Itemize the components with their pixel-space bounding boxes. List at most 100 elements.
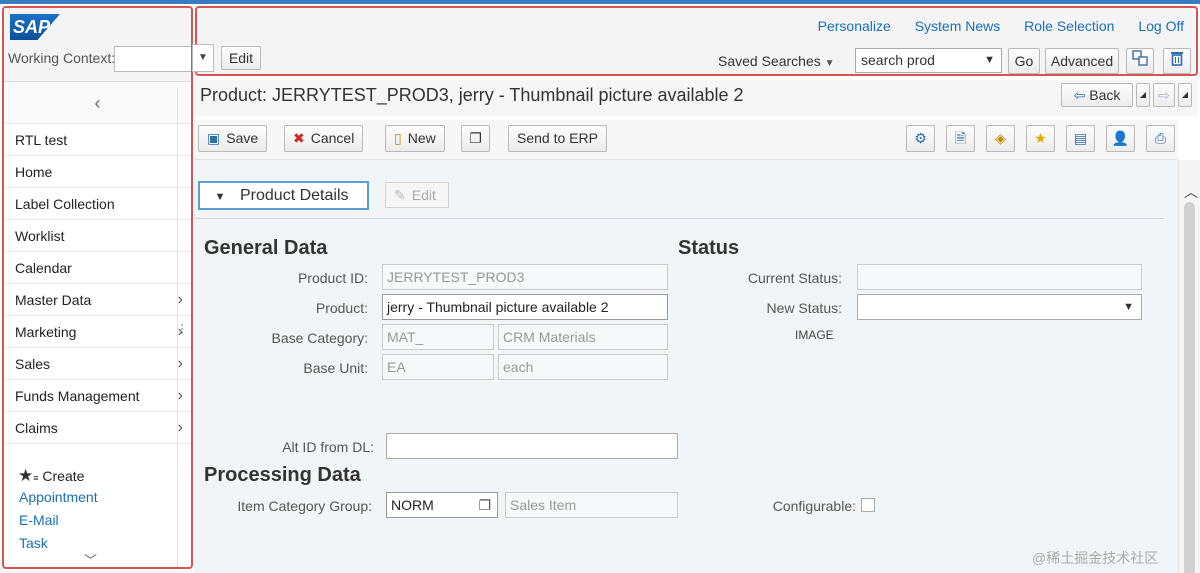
item-category-group-label: Item Category Group: (237, 498, 372, 514)
value-help-icon[interactable]: ❐ (478, 493, 491, 517)
section-divider (194, 218, 1164, 219)
section-edit-button[interactable]: ✎ Edit (385, 182, 449, 208)
sidebar-item-label-collection[interactable]: Label Collection (4, 188, 191, 220)
nav-divider (177, 88, 178, 567)
item-category-desc: Sales Item (505, 492, 678, 518)
notes-icon[interactable]: ▤ (1066, 125, 1095, 152)
configurable-checkbox[interactable] (861, 498, 875, 512)
forward-history-dropdown[interactable]: ◢ (1178, 83, 1192, 107)
sidebar-item-claims[interactable]: Claims › (4, 412, 191, 444)
status-heading: Status (678, 237, 740, 259)
sidebar-item-master-data[interactable]: Master Data › (4, 284, 191, 316)
sidebar-item-worklist[interactable]: Worklist (4, 220, 191, 252)
sidebar-item-rtl-test[interactable]: RTL test (4, 124, 191, 156)
window-layout-icon[interactable] (1126, 48, 1154, 74)
new-status-label: New Status: (766, 300, 842, 316)
scrollbar-thumb[interactable] (1184, 202, 1195, 573)
sidebar-item-home[interactable]: Home (4, 156, 191, 188)
save-label: Save (226, 130, 259, 146)
sidebar-item-label: Sales (15, 356, 51, 372)
alt-id-input[interactable] (386, 433, 678, 459)
chevron-right-icon: › (177, 355, 183, 372)
back-arrow-icon: ⇦ (1073, 87, 1086, 103)
save-button[interactable]: ▣ Save (198, 125, 268, 152)
create-email-link[interactable]: E-Mail (4, 509, 191, 532)
system-news-link[interactable]: System News (915, 18, 1001, 34)
content-scrollbar[interactable]: ︿ (1178, 160, 1200, 573)
sidebar-item-sales[interactable]: Sales › (4, 348, 191, 380)
forward-arrow-icon[interactable]: ⇨ (1153, 83, 1175, 107)
print-icon[interactable]: ⎙ (1146, 125, 1175, 152)
go-button[interactable]: Go (1008, 48, 1040, 74)
sidebar-item-label: Marketing (15, 324, 77, 340)
trash-icon[interactable] (1163, 48, 1191, 74)
item-category-group-input[interactable]: NORM ❐ (386, 492, 498, 518)
left-header: SAP Working Context: (4, 8, 191, 82)
sidebar-item-label: Calendar (15, 260, 72, 276)
scroll-up-chevron-icon[interactable]: ︿ (1184, 182, 1198, 202)
sidebar-item-marketing[interactable]: Marketing › (4, 316, 191, 348)
current-status-label: Current Status: (747, 270, 842, 286)
working-context-input[interactable] (114, 46, 191, 72)
collapse-nav-icon[interactable]: ‹ (4, 82, 191, 124)
sap-logo: SAP (10, 14, 60, 40)
chevron-right-icon: › (177, 387, 183, 404)
working-context-dropdown-icon[interactable]: ▼ (192, 44, 214, 72)
new-label: New (407, 130, 436, 146)
nav-list: RTL test Home Label Collection Worklist Cale… (4, 124, 191, 444)
image-label: IMAGE (795, 328, 834, 342)
base-unit-desc: each (498, 354, 668, 380)
create-star-icon: ★ (18, 466, 34, 485)
base-unit-label: Base Unit: (303, 360, 368, 376)
product-description-input[interactable]: jerry - Thumbnail picture available 2 (382, 294, 668, 320)
saved-searches-label: Saved Searches (718, 53, 821, 69)
sidebar-item-calendar[interactable]: Calendar (4, 252, 191, 284)
section-edit-label: Edit (411, 187, 436, 203)
document-settings-icon[interactable]: 🗎 (946, 125, 975, 152)
resize-grip-icon[interactable]: · · · (180, 318, 184, 338)
title-bar: Product: JERRYTEST_PROD3, jerry - Thumbn… (194, 80, 1198, 116)
log-off-link[interactable]: Log Off (1138, 18, 1184, 34)
working-context-edit-button[interactable]: Edit (221, 46, 261, 70)
cancel-label: Cancel (310, 130, 355, 146)
back-history-dropdown[interactable]: ◢ (1136, 83, 1150, 107)
scroll-down-chevron-icon[interactable]: ﹀ (84, 550, 97, 567)
send-to-erp-button[interactable]: Send to ERP (508, 125, 607, 152)
section-label: Product Details (240, 187, 349, 204)
processing-data-heading: Processing Data (204, 464, 361, 486)
copy-icon[interactable]: ❐ (461, 125, 490, 152)
base-unit-code: EA (382, 354, 494, 380)
alt-id-label: Alt ID from DL: (282, 439, 374, 455)
product-details-section-toggle[interactable]: ▼ Product Details (198, 181, 369, 210)
cancel-icon: ✖ (293, 130, 305, 146)
sidebar-item-label: Label Collection (15, 196, 115, 212)
sidebar-item-label: RTL test (15, 132, 68, 148)
top-header: Personalize System News Role Selection L… (192, 6, 1198, 76)
general-data-heading: General Data (204, 237, 328, 259)
product-id-field: JERRYTEST_PROD3 (382, 264, 668, 290)
advanced-button[interactable]: Advanced (1045, 48, 1119, 74)
settings-gear-icon[interactable]: ⚙ (906, 125, 935, 152)
create-task-link[interactable]: Task (4, 532, 191, 555)
user-edit-icon[interactable]: 👤 (1106, 125, 1135, 152)
cancel-button[interactable]: ✖ Cancel (284, 125, 364, 152)
saved-search-select[interactable]: search prod ▼ (855, 48, 1002, 73)
sidebar-item-label: Funds Management (15, 388, 140, 404)
role-selection-link[interactable]: Role Selection (1024, 18, 1114, 34)
new-status-select[interactable]: ▼ (857, 294, 1142, 320)
create-appointment-link[interactable]: Appointment (4, 486, 191, 509)
sidebar-item-label: Claims (15, 420, 58, 436)
base-category-desc: CRM Materials (498, 324, 668, 350)
favorite-star-icon[interactable]: ★ (1026, 125, 1055, 152)
product-label: Product: (315, 300, 368, 316)
personalize-link[interactable]: Personalize (818, 18, 891, 34)
saved-searches-dropdown[interactable]: Saved Searches ▼ (718, 53, 835, 69)
new-button[interactable]: ▯ New (385, 125, 445, 152)
sidebar-item-funds-management[interactable]: Funds Management › (4, 380, 191, 412)
new-document-icon: ▯ (394, 130, 402, 146)
sidebar-item-label: Worklist (15, 228, 65, 244)
top-accent-bar (0, 0, 1200, 4)
create-section: ★≡ Create (18, 466, 85, 485)
tag-icon[interactable]: ◈ (986, 125, 1015, 152)
back-button[interactable]: ⇦ Back (1061, 83, 1133, 107)
